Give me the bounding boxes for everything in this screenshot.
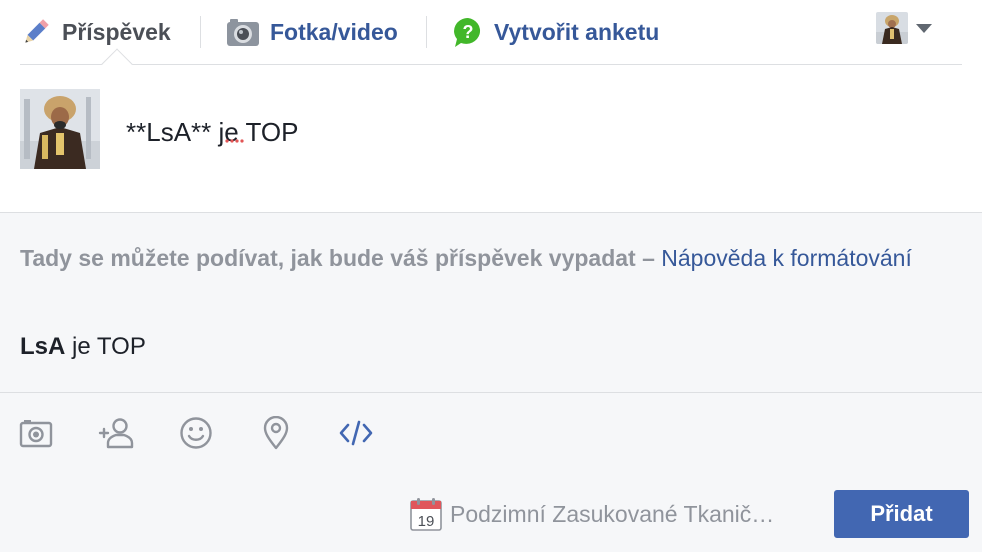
tab-create-poll[interactable]: ? Vytvořit anketu (452, 12, 659, 52)
markdown-button[interactable] (338, 415, 374, 451)
preview-result-text: je TOP (65, 333, 146, 360)
code-icon (339, 420, 373, 446)
tag-friends-button[interactable] (98, 415, 134, 451)
composer-footer: 19 Podzimní Zasukované Tkanič… Přidat (0, 393, 982, 552)
tab-photo-label: Fotka/video (270, 18, 398, 45)
page-name: Podzimní Zasukované Tkanič… (450, 500, 775, 527)
identity-selector[interactable] (876, 12, 932, 44)
calendar-icon: 19 (410, 497, 442, 531)
composer-tabs: Příspěvek Fotka/video ? Vytvořit anketu (0, 0, 982, 80)
svg-text:?: ? (463, 22, 474, 42)
preview-note-text: Tady se můžete podívat, jak bude váš pří… (20, 245, 655, 271)
calendar-day: 19 (418, 513, 435, 530)
add-photo-button[interactable] (18, 415, 54, 451)
photo-icon (19, 420, 53, 448)
spellcheck-marker (225, 139, 244, 143)
poll-icon: ? (452, 16, 484, 48)
composer-input[interactable]: **LsA** je TOP (126, 117, 298, 148)
avatar (876, 12, 908, 44)
tab-divider (200, 16, 201, 48)
preview-result-bold: LsA (20, 333, 66, 360)
formatting-help-link[interactable]: Nápověda k formátování (661, 245, 912, 271)
preview-note: Tady se můžete podívat, jak bude váš pří… (20, 241, 950, 275)
location-icon (263, 416, 289, 450)
feeling-button[interactable] (178, 415, 214, 451)
tab-photo-video[interactable]: Fotka/video (226, 12, 398, 52)
composer: **LsA** je TOP (0, 65, 982, 213)
camera-icon (226, 17, 260, 47)
tab-divider (426, 16, 427, 48)
format-preview: Tady se můžete podívat, jak bude váš pří… (0, 212, 982, 393)
publish-as-selector[interactable]: 19 Podzimní Zasukované Tkanič… (410, 497, 774, 531)
tab-poll-label: Vytvořit anketu (494, 18, 660, 45)
check-in-button[interactable] (258, 415, 294, 451)
pencil-icon (20, 16, 52, 48)
author-avatar (20, 89, 100, 169)
preview-result: LsA je TOP (20, 333, 146, 361)
caret-down-icon (916, 23, 932, 33)
tab-post-label: Příspěvek (62, 18, 171, 45)
tab-post[interactable]: Příspěvek (20, 12, 171, 52)
post-button[interactable]: Přidat (834, 490, 969, 538)
tag-friends-icon (98, 418, 134, 449)
emoji-icon (180, 417, 212, 449)
